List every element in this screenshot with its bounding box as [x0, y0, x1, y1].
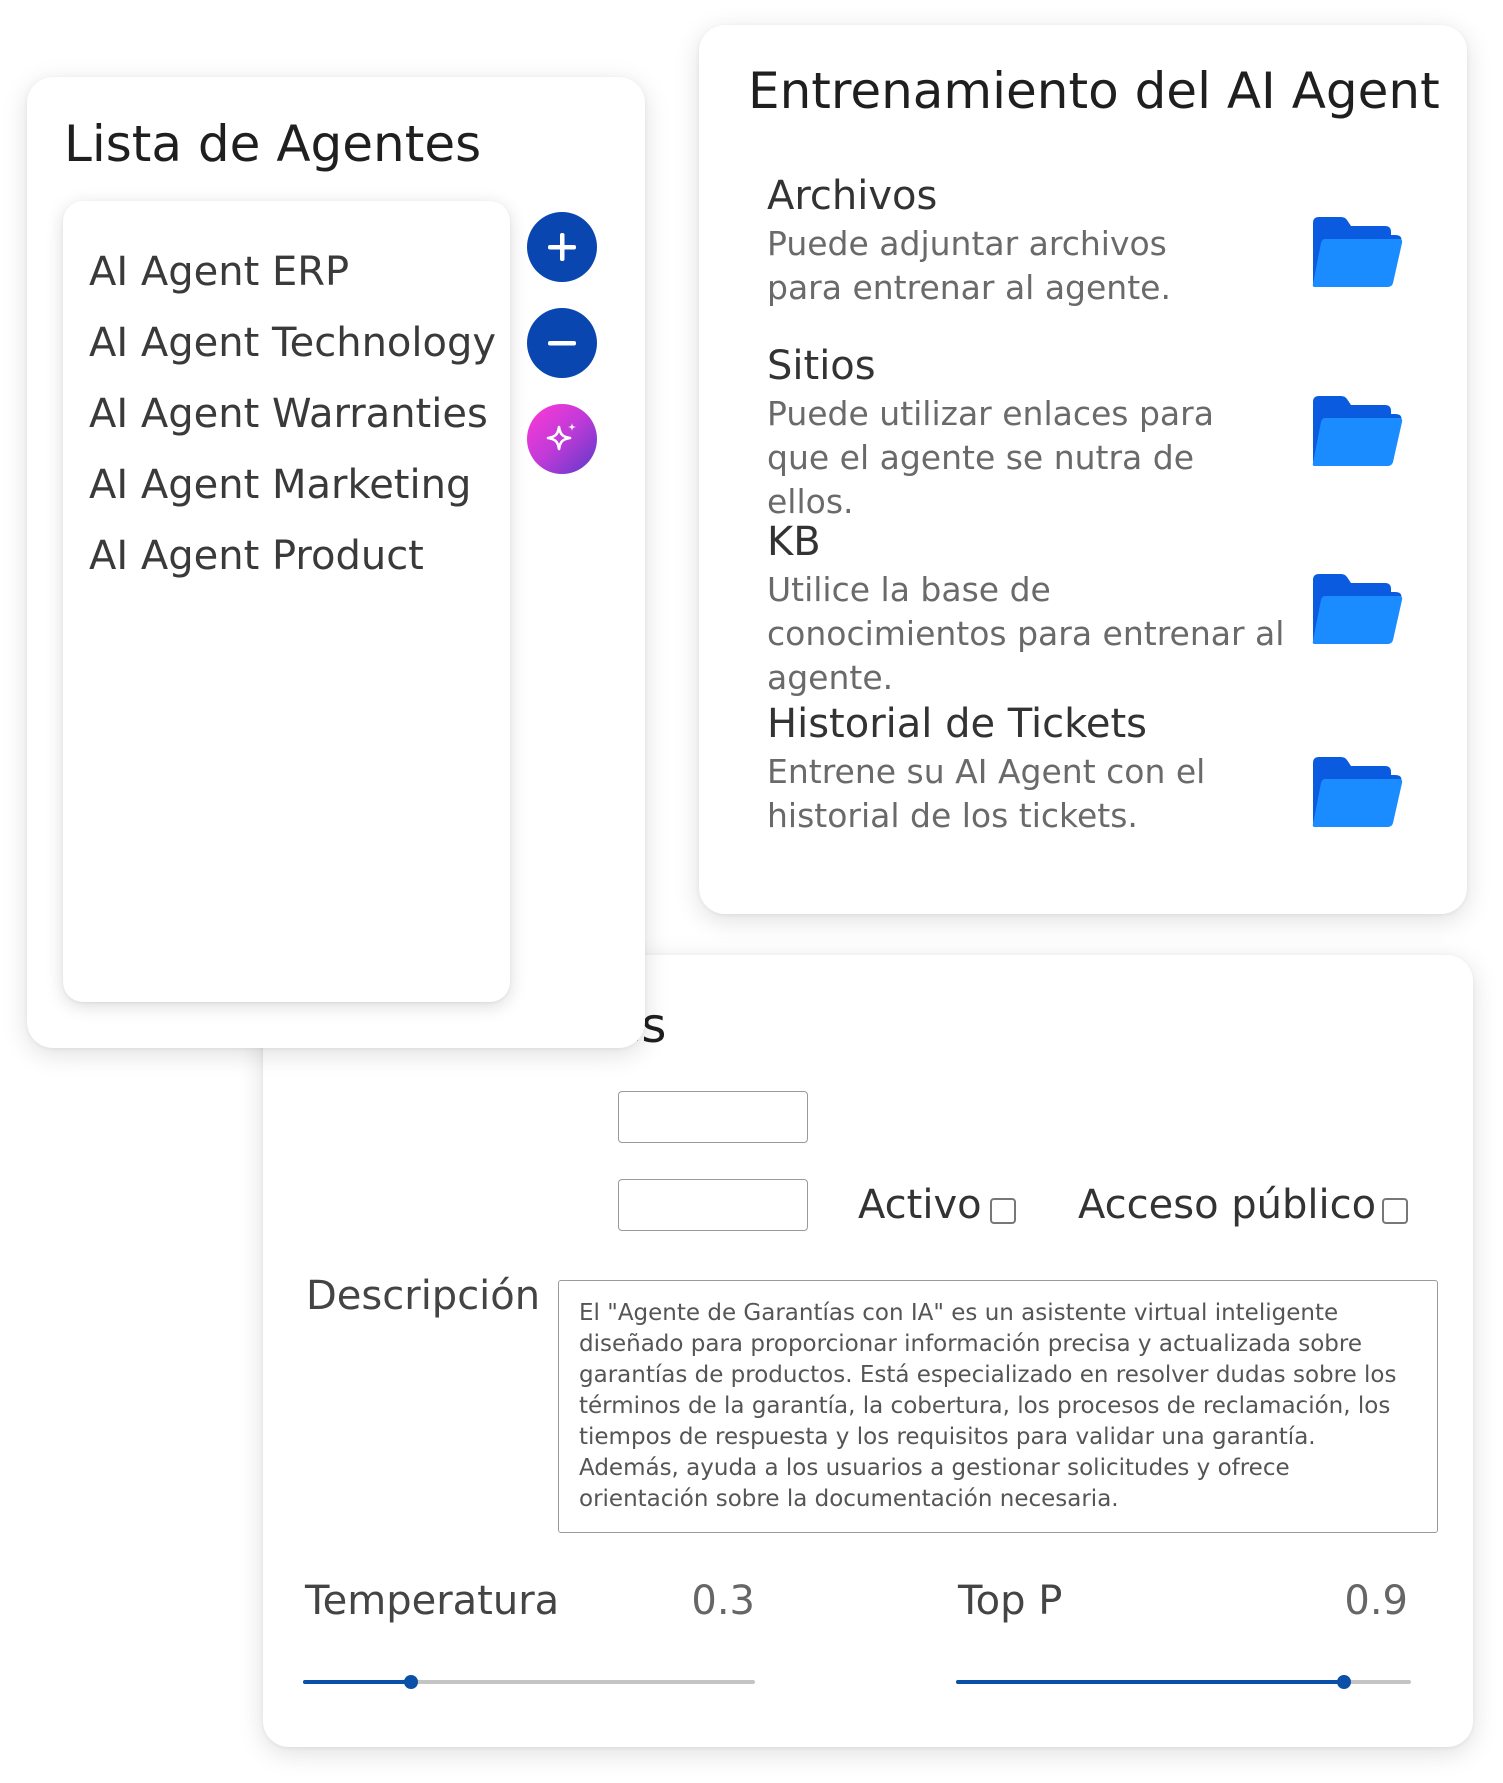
plus-icon [548, 233, 576, 261]
description-textarea[interactable]: El "Agente de Garantías con IA" es un as… [558, 1280, 1438, 1533]
activo-label: Activo [858, 1182, 982, 1228]
top-p-label: Top P [958, 1578, 1063, 1624]
public-access-label: Acceso público [1078, 1182, 1377, 1228]
training-section-description: Utilice la base de conocimientos para en… [767, 570, 1285, 697]
top-p-value: 0.9 [1344, 1578, 1408, 1624]
agent-list-item[interactable]: AI Agent Marketing [63, 462, 510, 533]
folder-icon [1312, 217, 1403, 287]
folder-icon [1312, 574, 1403, 644]
top-p-slider-fill [956, 1680, 1345, 1684]
training-section-heading: Sitios [767, 343, 876, 389]
minus-icon [548, 341, 576, 346]
top-p-slider-thumb[interactable] [1337, 1675, 1352, 1689]
agent-list-item[interactable]: AI Agent Technology [63, 320, 510, 391]
tickets-folder-button[interactable] [1311, 755, 1403, 829]
public-access-checkbox[interactable] [1382, 1198, 1408, 1224]
agent-list-title: Lista de Agentes [64, 115, 482, 173]
temperature-slider[interactable] [303, 1675, 755, 1689]
training-section-heading: Archivos [767, 173, 938, 219]
temperature-slider-thumb[interactable] [404, 1675, 419, 1689]
folder-icon [1312, 757, 1403, 827]
temperature-value: 0.3 [691, 1578, 755, 1624]
agent-list-card: Lista de Agentes AI Agent ERP AI Agent T… [27, 77, 645, 1048]
folder-icon [1312, 396, 1403, 466]
agent-list-item[interactable]: AI Agent Warranties [63, 391, 510, 462]
agent-model-input[interactable] [618, 1179, 808, 1231]
training-section-description: Puede adjuntar archivos para entrenar al… [767, 224, 1171, 307]
agent-list-item[interactable]: AI Agent Product [63, 533, 510, 604]
activo-checkbox[interactable] [990, 1198, 1016, 1224]
agent-config-card: tes Activo Acceso público Descripción El… [263, 955, 1473, 1747]
training-section-heading: Historial de Tickets [767, 701, 1147, 747]
temperature-label: Temperatura [305, 1578, 560, 1624]
training-card-title: Entrenamiento del AI Agent [748, 62, 1440, 120]
temperature-slider-fill [303, 1680, 412, 1684]
training-section-description: Puede utilizar enlaces para que el agent… [767, 394, 1214, 521]
training-section-description: Entrene su AI Agent con el historial de … [767, 752, 1206, 835]
training-card: Entrenamiento del AI Agent Archivos Pued… [699, 25, 1467, 914]
sitios-folder-button[interactable] [1311, 394, 1403, 468]
archivos-folder-button[interactable] [1311, 215, 1403, 289]
add-agent-button[interactable] [527, 212, 597, 282]
sparkle-icon [546, 423, 576, 451]
training-section-heading: KB [767, 519, 821, 565]
top-p-slider[interactable] [956, 1675, 1411, 1689]
agent-name-input[interactable] [618, 1091, 808, 1143]
remove-agent-button[interactable] [527, 308, 597, 378]
agent-list: AI Agent ERP AI Agent Technology AI Agen… [63, 201, 510, 1002]
agent-list-item[interactable]: AI Agent ERP [63, 249, 510, 320]
ai-generate-button[interactable] [527, 404, 597, 474]
kb-folder-button[interactable] [1311, 572, 1403, 646]
description-label: Descripción [306, 1273, 541, 1319]
